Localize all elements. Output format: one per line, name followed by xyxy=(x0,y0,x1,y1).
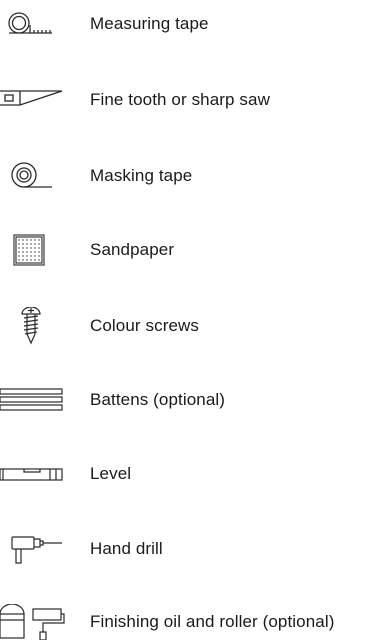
tool-label: Finishing oil and roller (optional) xyxy=(90,612,335,631)
sandpaper-icon xyxy=(12,230,46,270)
tool-label: Level xyxy=(90,464,132,483)
list-item-battens: Battens (optional) xyxy=(0,380,392,420)
tool-label: Sandpaper xyxy=(90,240,175,259)
masking-tape-icon xyxy=(8,156,56,196)
tool-label: Fine tooth or sharp saw xyxy=(90,90,270,109)
tool-label: Battens (optional) xyxy=(90,390,226,409)
list-item-hand-drill: Hand drill xyxy=(0,529,392,569)
list-item-masking-tape: Masking tape xyxy=(0,156,392,196)
list-item-oil-roller: Finishing oil and roller (optional) xyxy=(0,602,392,642)
tool-label: Hand drill xyxy=(90,539,163,558)
list-item-saw: Fine tooth or sharp saw xyxy=(0,80,392,120)
measuring-tape-icon xyxy=(8,4,54,44)
saw-icon xyxy=(0,80,64,120)
level-icon xyxy=(0,454,66,494)
list-item-screws: Colour screws xyxy=(0,306,392,346)
tool-label: Colour screws xyxy=(90,316,199,335)
tool-label: Masking tape xyxy=(90,166,193,185)
oil-roller-icon xyxy=(0,602,66,642)
battens-icon xyxy=(0,380,64,420)
screw-icon xyxy=(21,306,41,346)
list-item-sandpaper: Sandpaper xyxy=(0,230,392,270)
list-item-level: Level xyxy=(0,454,392,494)
hand-drill-icon xyxy=(10,529,64,569)
tool-label: Measuring tape xyxy=(90,14,209,33)
list-item-measuring-tape: Measuring tape xyxy=(0,4,392,44)
